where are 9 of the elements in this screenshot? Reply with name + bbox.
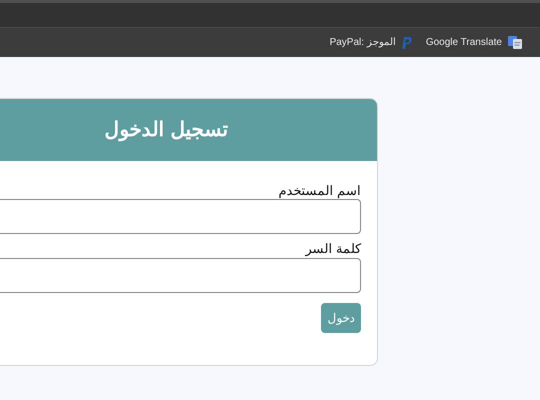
paypal-icon — [402, 36, 412, 48]
translate-icon — [508, 36, 522, 49]
login-title: تسجيل الدخول — [104, 118, 228, 144]
field-label: اسم المستخدم — [277, 184, 361, 198]
input-field[interactable] — [0, 199, 361, 234]
bookmark-link[interactable]: Google Translate — [426, 35, 522, 50]
field-label: كلمة السر — [304, 242, 361, 257]
bookmark-link[interactable]: PayPal: الموجز — [330, 35, 412, 50]
input-field[interactable] — [0, 258, 361, 293]
